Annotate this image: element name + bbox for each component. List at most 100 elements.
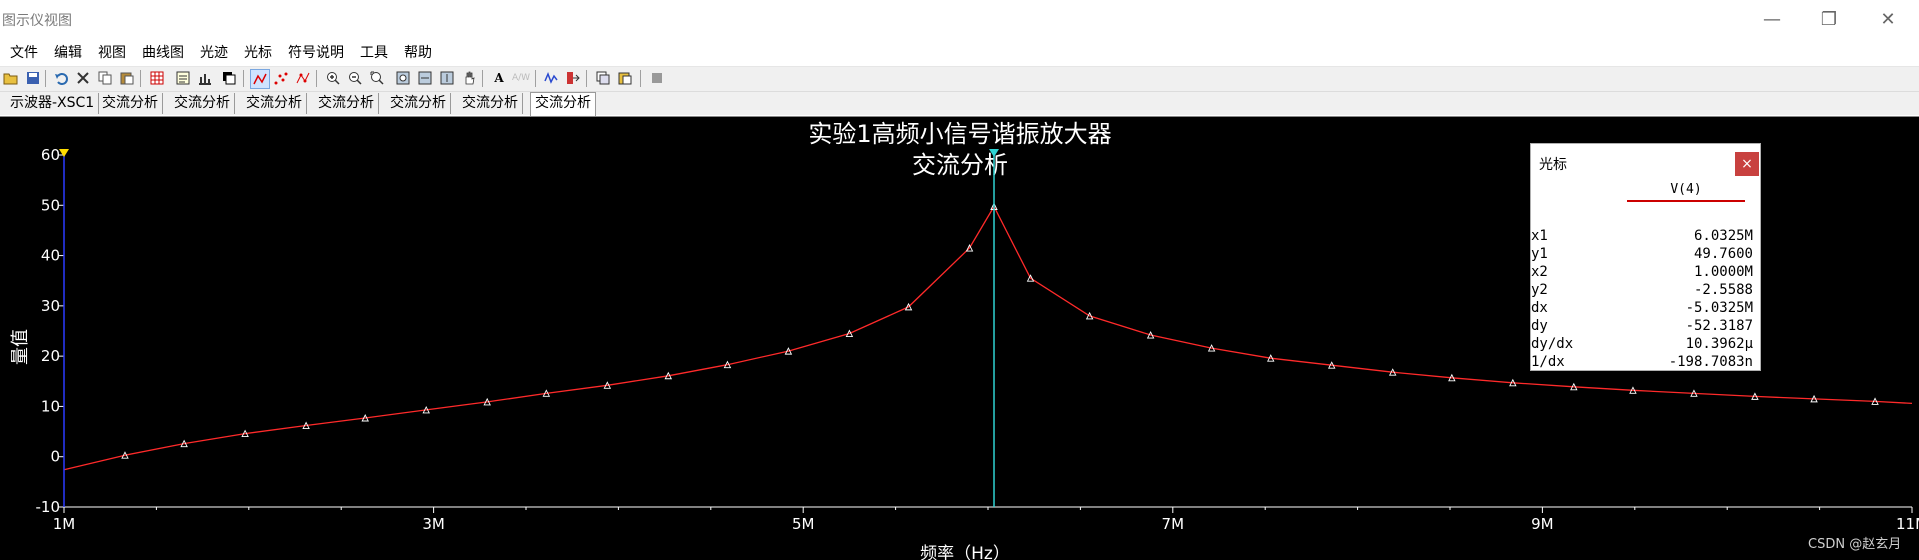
tab-ac-analysis[interactable]: 交流分析 xyxy=(458,93,523,114)
tab-ac-analysis[interactable]: 交流分析 xyxy=(314,93,379,114)
export-icon[interactable] xyxy=(564,69,582,87)
x-tick-label: 7M xyxy=(1162,515,1185,533)
tab-oscilloscope[interactable]: 示波器-XSC1 xyxy=(6,93,99,114)
cursor-row: y149.7600 xyxy=(1531,246,1753,264)
fft-icon[interactable] xyxy=(542,69,560,87)
menu-tools[interactable]: 工具 xyxy=(350,40,394,66)
menu-view[interactable]: 视图 xyxy=(88,40,132,66)
cursor-row-value: -5.0325M xyxy=(1686,300,1753,316)
menu-graph[interactable]: 曲线图 xyxy=(132,40,190,66)
minimize-icon[interactable]: — xyxy=(1749,0,1795,38)
menu-cursor[interactable]: 光标 xyxy=(234,40,278,66)
menu-bar: 文件 编辑 视图 曲线图 光迹 光标 符号说明 工具 帮助 xyxy=(0,40,1919,67)
zoom-y-icon[interactable] xyxy=(438,69,456,87)
grid-icon[interactable] xyxy=(148,69,166,87)
tab-ac-analysis[interactable]: 交流分析 xyxy=(98,93,163,114)
x-tick-label: 9M xyxy=(1531,515,1554,533)
overlay-icon[interactable] xyxy=(220,69,238,87)
graph-area[interactable]: 实验1高频小信号谐振放大器 交流分析 量值 频率（Hz） 60504030201… xyxy=(0,116,1919,560)
cursor-row-key: dy xyxy=(1531,318,1548,334)
cursor-row-key: y2 xyxy=(1531,282,1548,298)
tab-ac-analysis-active[interactable]: 交流分析 xyxy=(530,92,596,116)
toolbar-separator xyxy=(140,70,141,87)
y-tick-label: 20 xyxy=(41,347,60,365)
toolbar-separator xyxy=(535,70,536,87)
tab-ac-analysis[interactable]: 交流分析 xyxy=(242,93,307,114)
undo-icon[interactable] xyxy=(52,69,70,87)
toolbar-separator xyxy=(45,70,46,87)
zoom-out-icon[interactable] xyxy=(346,69,364,87)
trace-markers-icon[interactable] xyxy=(294,69,312,87)
zoom-fit-icon[interactable] xyxy=(368,69,386,87)
cursor-row: x1 6.0325M xyxy=(1531,228,1753,246)
copy-icon[interactable] xyxy=(96,69,114,87)
toolbar-separator xyxy=(640,70,641,87)
x-tick-label: 11M xyxy=(1896,515,1919,533)
toolbar-separator xyxy=(316,70,317,87)
cursor-row-key: x2 xyxy=(1531,264,1548,280)
x-tick-label: 5M xyxy=(792,515,815,533)
labels-icon[interactable]: A/W xyxy=(512,69,530,87)
pan-icon[interactable] xyxy=(460,69,478,87)
y-tick-label: 0 xyxy=(50,448,60,466)
cursor-row: x2 1.0000M xyxy=(1531,264,1753,282)
cursor-panel-title: 光标 xyxy=(1539,154,1567,174)
y-tick-label: 60 xyxy=(41,146,60,164)
chart-title: 实验1高频小信号谐振放大器 xyxy=(808,120,1111,148)
cursor-panel-column-header: V(4) xyxy=(1627,182,1745,202)
cursor-panel[interactable]: 光标 × V(4) x16.0325M y149.7600 x21.0000M … xyxy=(1530,143,1761,371)
x-axis-label: 频率（Hz） xyxy=(920,544,1010,560)
cursor-row-value: -52.3187 xyxy=(1686,318,1753,334)
watermark: CSDN @赵玄月 xyxy=(1808,533,1901,552)
zoom-in-icon[interactable] xyxy=(324,69,342,87)
menu-file[interactable]: 文件 xyxy=(0,40,44,66)
cursor-row-value: -2.5588 xyxy=(1694,282,1753,298)
title-bar: 图示仪视图 — ❐ ✕ xyxy=(0,0,1919,38)
cursor-row-key: x1 xyxy=(1531,228,1548,244)
open-icon[interactable] xyxy=(2,69,20,87)
cursor-row-value: 6.0325M xyxy=(1694,228,1753,244)
cursor-row-value: 1.0000M xyxy=(1694,264,1753,280)
save-icon[interactable] xyxy=(24,69,42,87)
cursor-row-key: 1/dx xyxy=(1531,354,1565,370)
tab-ac-analysis[interactable]: 交流分析 xyxy=(170,93,235,114)
paste-icon[interactable] xyxy=(118,69,136,87)
legend-icon[interactable] xyxy=(174,69,192,87)
cursor-row: 1/dx-198.7083n xyxy=(1531,354,1753,372)
cursor-row: dy/dx10.3962µ xyxy=(1531,336,1753,354)
menu-edit[interactable]: 编辑 xyxy=(44,40,88,66)
zoom-x-icon[interactable] xyxy=(416,69,434,87)
cursor-row-key: dx xyxy=(1531,300,1548,316)
toolbar: A A/W xyxy=(0,67,1919,92)
y-tick-label: 40 xyxy=(41,247,60,265)
paste-graph-icon[interactable] xyxy=(616,69,634,87)
stop-icon[interactable] xyxy=(648,69,666,87)
toolbar-separator xyxy=(482,70,483,87)
cursor-row: dx -5.0325M xyxy=(1531,300,1753,318)
menu-help[interactable]: 帮助 xyxy=(394,40,438,66)
trace-points-icon[interactable] xyxy=(272,69,290,87)
trace-line-icon[interactable] xyxy=(250,69,270,89)
menu-trace[interactable]: 光迹 xyxy=(190,40,234,66)
tab-bar: 示波器-XSC1 交流分析 交流分析 交流分析 交流分析 交流分析 交流分析 交… xyxy=(0,92,1919,115)
close-icon[interactable]: ✕ xyxy=(1865,0,1911,38)
tab-ac-analysis[interactable]: 交流分析 xyxy=(386,93,451,114)
window-title: 图示仪视图 xyxy=(2,10,72,30)
menu-legend[interactable]: 符号说明 xyxy=(278,40,350,66)
cursor2-handle[interactable] xyxy=(59,149,69,157)
x-tick-label: 1M xyxy=(53,515,76,533)
cursor-row-key: dy/dx xyxy=(1531,336,1573,352)
delete-icon[interactable] xyxy=(74,69,92,87)
toolbar-separator xyxy=(586,70,587,87)
chart-cursors[interactable] xyxy=(59,149,999,507)
cursor-panel-close-button[interactable]: × xyxy=(1735,152,1759,176)
data-bar-icon[interactable] xyxy=(196,69,214,87)
cursor-row: y2 -2.5588 xyxy=(1531,282,1753,300)
text-icon[interactable]: A xyxy=(490,69,508,87)
copy-graph-icon[interactable] xyxy=(594,69,612,87)
restore-icon[interactable]: ❐ xyxy=(1806,0,1852,38)
y-tick-label: 30 xyxy=(41,297,60,315)
zoom-area-icon[interactable] xyxy=(394,69,412,87)
y-tick-label: 10 xyxy=(41,397,60,415)
cursor-row-value: 49.7600 xyxy=(1694,246,1753,262)
